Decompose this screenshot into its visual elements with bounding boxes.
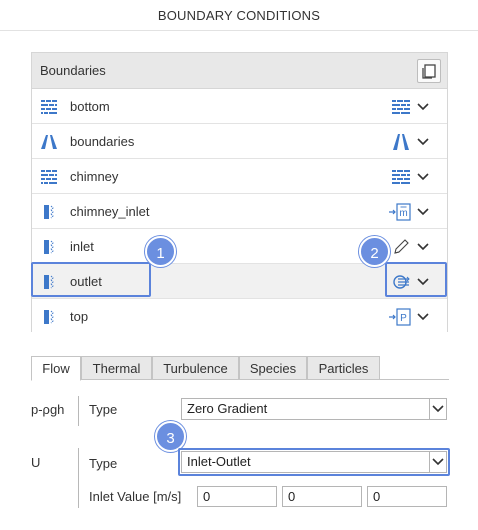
select-value: Zero Gradient xyxy=(187,401,268,416)
boundary-name: inlet xyxy=(70,239,94,254)
chevron-down-icon[interactable] xyxy=(416,241,430,253)
field-label-p-rgh: p-ρgh xyxy=(31,402,65,417)
symmetry-icon[interactable] xyxy=(392,134,410,150)
highlight-outlet-condition xyxy=(385,262,447,297)
callout-badge-2: 2 xyxy=(359,236,390,267)
inlet-value-label: Inlet Value [m/s] xyxy=(89,489,182,504)
type-label: Type xyxy=(89,402,118,417)
tab-particles[interactable]: Particles xyxy=(307,356,380,380)
patch-icon xyxy=(44,205,54,219)
wall-icon[interactable] xyxy=(392,99,410,115)
tab-thermal[interactable]: Thermal xyxy=(81,356,152,380)
chevron-down-icon xyxy=(432,405,444,413)
boundary-name: chimney_inlet xyxy=(70,204,150,219)
highlight-u-type xyxy=(178,448,450,476)
wall-icon xyxy=(41,100,57,114)
svg-text:P: P xyxy=(400,313,407,324)
chevron-down-icon[interactable] xyxy=(416,206,430,218)
field-divider xyxy=(78,448,79,508)
inlet-value-z-input[interactable]: 0 xyxy=(367,486,447,507)
tab-turbulence[interactable]: Turbulence xyxy=(152,356,239,380)
boundary-row-chimney[interactable]: chimney xyxy=(32,159,447,194)
field-label-u: U xyxy=(31,455,41,470)
p-rgh-type-select[interactable]: Zero Gradient xyxy=(181,398,447,420)
patch-icon xyxy=(44,310,54,324)
boundaries-header-label: Boundaries xyxy=(40,63,106,78)
panel-title: BOUNDARY CONDITIONS xyxy=(0,0,478,31)
svg-text:m: m xyxy=(399,208,407,219)
mass-flow-inlet-icon[interactable]: m xyxy=(389,203,411,221)
inlet-value-x-input[interactable]: 0 xyxy=(197,486,277,507)
chevron-down-icon[interactable] xyxy=(416,101,430,113)
copy-icon xyxy=(422,64,436,79)
boundary-name: top xyxy=(70,309,89,324)
boundary-name: bottom xyxy=(70,99,110,114)
chevron-down-icon[interactable] xyxy=(416,311,430,323)
boundary-name: boundaries xyxy=(70,134,135,149)
boundaries-header: Boundaries xyxy=(32,53,447,89)
type-label: Type xyxy=(89,456,118,471)
field-divider xyxy=(78,396,79,426)
pressure-inlet-icon[interactable]: P xyxy=(389,308,411,326)
highlight-outlet-row xyxy=(31,262,151,297)
chevron-down-icon[interactable] xyxy=(416,171,430,183)
wall-icon xyxy=(41,170,57,184)
dropdown-arrow[interactable] xyxy=(429,399,446,419)
symmetry-icon xyxy=(41,135,57,149)
chevron-down-icon[interactable] xyxy=(416,136,430,148)
inlet-value-y-input[interactable]: 0 xyxy=(282,486,362,507)
boundary-row-boundaries[interactable]: boundaries xyxy=(32,124,447,159)
boundary-row-top[interactable]: top P xyxy=(32,299,447,334)
tab-species[interactable]: Species xyxy=(239,356,307,380)
patch-icon xyxy=(44,240,54,254)
boundary-row-bottom[interactable]: bottom xyxy=(32,89,447,124)
tab-flow[interactable]: Flow xyxy=(31,356,81,381)
callout-badge-1: 1 xyxy=(145,236,176,267)
boundary-name: chimney xyxy=(70,169,119,184)
boundary-row-chimney-inlet[interactable]: chimney_inlet m xyxy=(32,194,447,229)
wall-icon[interactable] xyxy=(392,169,410,185)
pencil-icon[interactable] xyxy=(392,239,410,255)
copy-button[interactable] xyxy=(417,59,441,83)
